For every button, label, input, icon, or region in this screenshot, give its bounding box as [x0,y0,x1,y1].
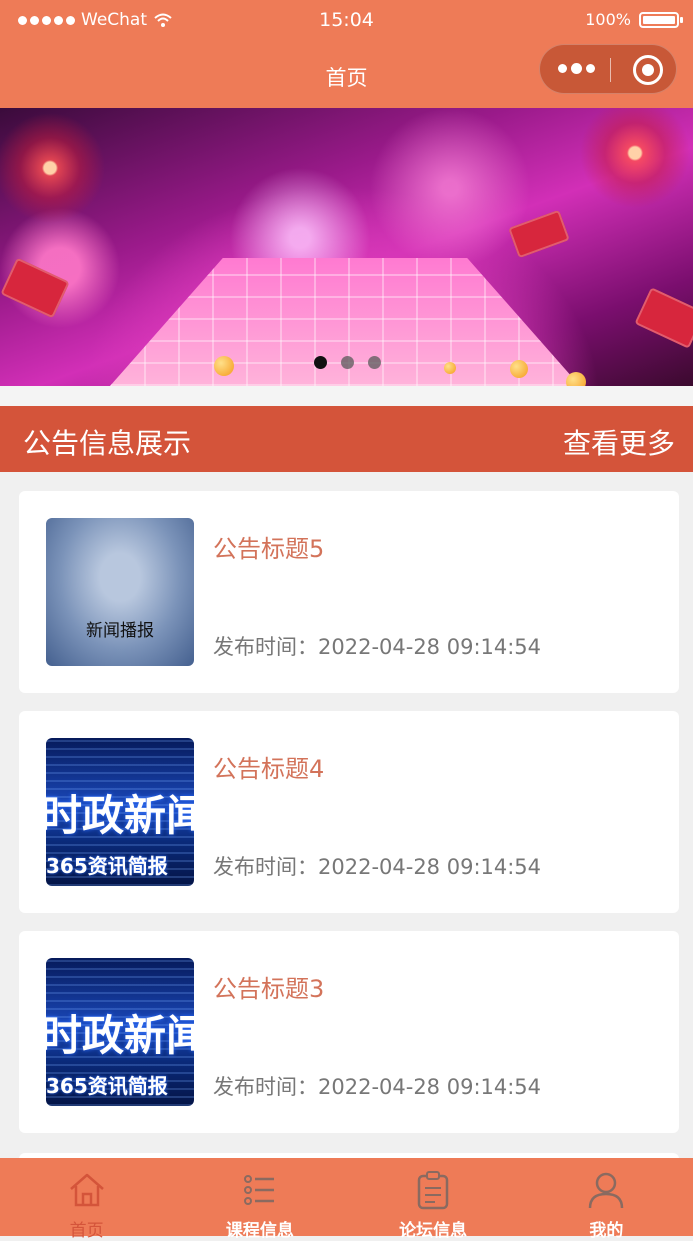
home-icon [69,1173,104,1207]
tab-courses[interactable]: 课程信息 [173,1158,346,1241]
tab-label: 我的 [589,1221,624,1241]
miniprogram-capsule [539,44,677,94]
orb-decoration [566,372,586,386]
thumbnail-headline: 时政新闻 [46,791,194,840]
gift-decoration [0,257,70,319]
notice-section-header: 公告信息展示 查看更多 [0,406,693,472]
section-title: 公告信息展示 [23,427,192,460]
notice-time: 发布时间：2022-04-28 09:14:54 [213,635,542,659]
navigation-bar: 首页 [0,42,693,108]
notice-title: 公告标题4 [213,755,325,783]
orb-decoration [214,356,234,376]
more-icon[interactable] [558,63,595,74]
tab-forum[interactable]: 论坛信息 [347,1158,520,1241]
thumbnail-headline: 时政新闻 [46,1011,194,1060]
thumbnail-caption: 新闻播报 [86,621,154,641]
view-more-link[interactable]: 查看更多 [563,422,675,462]
banner-dot[interactable] [314,356,327,369]
firework-decoration [0,108,110,228]
tab-bar: 首页 课程信息 论坛信息 我的 [0,1158,693,1241]
orb-decoration [444,362,456,374]
notice-card[interactable]: 时政新闻 365资讯简报 公告标题4 发布时间：2022-04-28 09:14… [19,711,679,913]
battery-percent: 100% [585,10,631,29]
banner-dot[interactable] [368,356,381,369]
clipboard-icon [417,1171,449,1210]
tab-label: 论坛信息 [399,1221,468,1241]
capsule-divider [610,58,611,82]
notice-thumbnail: 时政新闻 365资讯简报 [46,738,194,886]
gift-decoration [634,287,693,349]
thumbnail-subline: 365资讯简报 [46,1074,168,1098]
gift-decoration [508,209,570,259]
notice-time: 发布时间：2022-04-28 09:14:54 [213,855,542,879]
banner-carousel[interactable] [0,108,693,386]
close-target-icon[interactable] [633,55,663,85]
notice-card[interactable]: 时政新闻 365资讯简报 公告标题3 发布时间：2022-04-28 09:14… [19,931,679,1133]
notice-title: 公告标题5 [213,535,325,563]
firework-decoration [560,108,693,228]
tab-mine[interactable]: 我的 [520,1158,693,1241]
list-icon [243,1175,274,1205]
battery-status: 100% [585,10,683,29]
battery-icon [639,11,683,28]
tab-label: 首页 [69,1221,104,1241]
orb-decoration [510,360,528,378]
status-bar: WeChat 15:04 100% [0,0,693,42]
banner-dot[interactable] [341,356,354,369]
banner-spacer [0,386,693,406]
notice-thumbnail: 时政新闻 365资讯简报 [46,958,194,1106]
notice-title: 公告标题3 [213,975,325,1003]
battery-fill [643,15,675,24]
tab-home[interactable]: 首页 [0,1158,173,1241]
tab-label: 课程信息 [225,1221,294,1241]
user-icon [589,1172,624,1209]
notice-card[interactable]: 新闻播报 公告标题5 发布时间：2022-04-28 09:14:54 [19,491,679,693]
thumbnail-subline: 365资讯简报 [46,854,168,878]
banner-pagination [314,356,381,369]
notice-time: 发布时间：2022-04-28 09:14:54 [213,1075,542,1099]
notice-thumbnail: 新闻播报 [46,518,194,666]
